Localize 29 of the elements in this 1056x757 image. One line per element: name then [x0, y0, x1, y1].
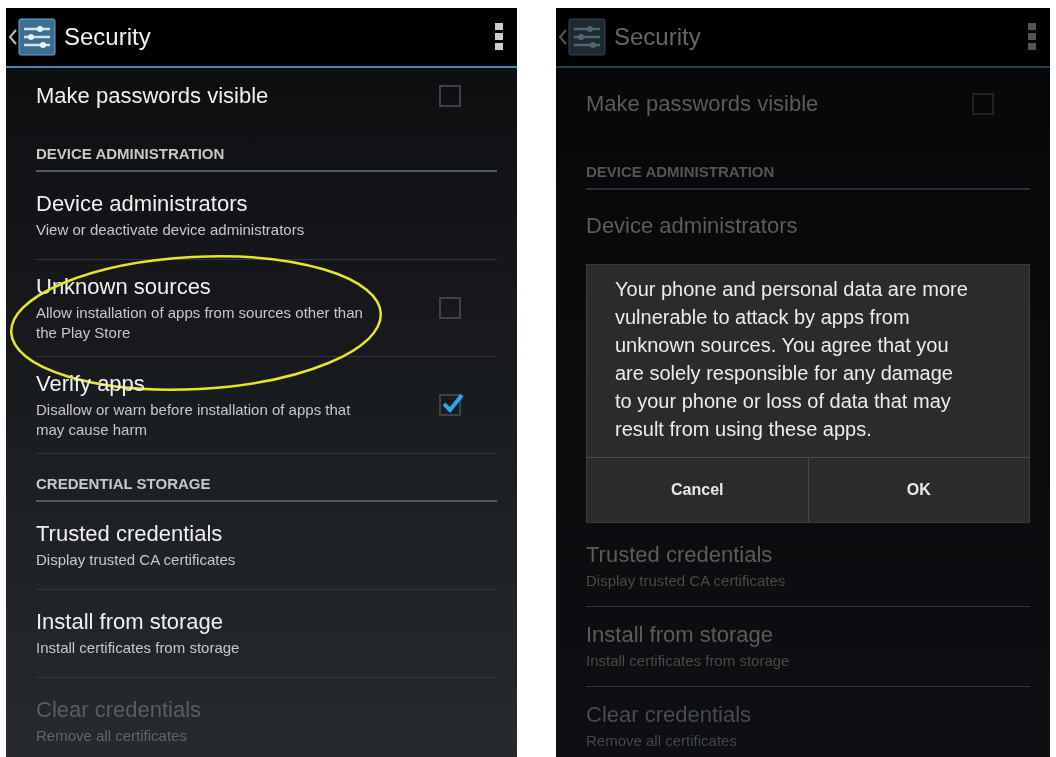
setting-summary: Disallow or warn before installation of apps that may cause harm	[36, 399, 352, 440]
settings-sliders-icon[interactable]	[18, 18, 56, 56]
section-header: DEVICE ADMINISTRATION	[36, 145, 225, 162]
checkbox[interactable]	[439, 85, 461, 107]
section-header: DEVICE ADMINISTRATION	[586, 163, 775, 180]
checkbox[interactable]	[439, 394, 461, 416]
dialog-button[interactable]: Cancel	[587, 458, 808, 522]
screen-title: Security	[614, 23, 702, 51]
setting-title[interactable]: Trusted credentials	[36, 521, 236, 547]
dialog-button[interactable]: OK	[807, 458, 1029, 522]
settings-sliders-icon[interactable]	[568, 18, 606, 56]
setting-title[interactable]: Device administrators	[36, 191, 305, 217]
back-icon[interactable]	[8, 28, 18, 46]
dialog-message: Your phone and personal data are more vulnerable to attack by apps from unknown sources. You agree that you are solely responsible for any damage to your phone or loss of data that may result from using these apps.	[614, 277, 969, 442]
setting-summary: Display trusted CA certificates	[36, 550, 236, 570]
checkbox[interactable]	[439, 297, 461, 319]
section-header: CREDENTIAL STORAGE	[36, 475, 211, 492]
setting-summary: Install certificates from storage	[586, 651, 790, 671]
setting-title[interactable]: Install from storage	[36, 609, 240, 635]
setting-summary: Allow installation of apps from sources other than the Play Store	[36, 302, 364, 343]
setting-summary: View or deactivate device administrators	[36, 220, 305, 240]
setting-title[interactable]: Make passwords visible	[36, 83, 269, 109]
setting-summary: Remove all certificates	[36, 726, 188, 746]
setting-summary: Display trusted CA certificates	[586, 571, 786, 591]
screen-title: Security	[64, 23, 152, 51]
checkbox[interactable]	[972, 93, 994, 115]
setting-summary: Remove all certificates	[586, 731, 738, 751]
setting-summary: Install certificates from storage	[36, 638, 240, 658]
overflow-menu-icon[interactable]	[495, 23, 503, 51]
